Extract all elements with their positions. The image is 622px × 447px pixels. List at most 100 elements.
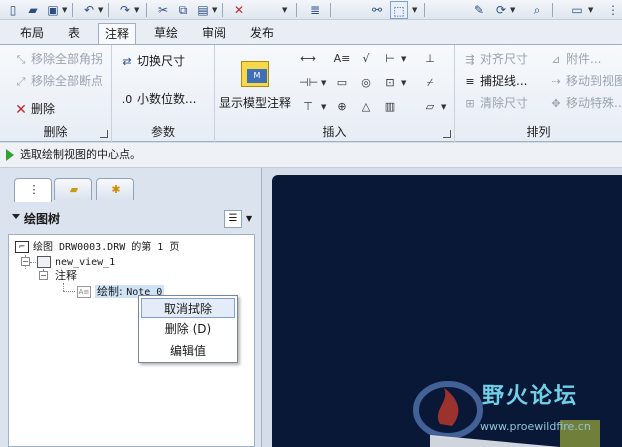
edit-icon[interactable]: ✎: [470, 1, 488, 19]
paste-icon[interactable]: ▤: [194, 1, 212, 19]
align-dimensions-button[interactable]: ⇶ 对齐尺寸: [463, 49, 528, 69]
window-icon[interactable]: ▭: [568, 1, 586, 19]
menu-item-unerase[interactable]: 取消拭除: [141, 298, 235, 318]
undo-dropdown-icon[interactable]: ▼: [98, 1, 106, 19]
surface-finish-icon[interactable]: √: [357, 51, 375, 67]
move-special-button[interactable]: ✥ 移动特殊...: [549, 93, 622, 113]
prompt-arrow-icon: [6, 149, 14, 161]
layers-icon[interactable]: ≣: [306, 1, 324, 19]
snap-lines-button[interactable]: ≡ 捕捉线...: [463, 71, 527, 91]
tree-icon: ⋮: [28, 183, 40, 196]
toggle-dimensions-icon: ⇄: [122, 54, 132, 68]
axis-icon[interactable]: ⊕: [333, 99, 351, 115]
align-icon: ⇶: [465, 52, 475, 66]
context-menu: 取消拭除 删除 (D) 编辑值: [138, 295, 238, 363]
attachment-icon: ⊿: [551, 52, 561, 66]
ordinate-dropdown-icon[interactable]: ▼: [401, 51, 408, 67]
select-dropdown-icon[interactable]: ▼: [412, 1, 420, 19]
baseline-icon[interactable]: ⊤: [299, 99, 317, 115]
params-group: ⇄ 切换尺寸 .0 小数位数... 参数: [112, 45, 215, 142]
menu-item-edit-value[interactable]: 编辑值: [141, 341, 235, 361]
baseline-dropdown-icon[interactable]: ▼: [321, 99, 328, 115]
binoculars-icon[interactable]: ⚯: [368, 1, 386, 19]
attachment-button[interactable]: ⊿ 附件...: [549, 49, 601, 69]
folder-icon: ▰: [69, 183, 79, 196]
taper-icon[interactable]: △: [357, 99, 375, 115]
group-launcher-icon[interactable]: [443, 130, 451, 138]
tree-connector: [63, 283, 64, 291]
more-icon[interactable]: ⋮: [604, 1, 622, 19]
parallelogram-icon[interactable]: ▱: [421, 99, 439, 115]
dropdown-arrow-icon[interactable]: ▼: [62, 1, 70, 19]
note-item-icon: A≡: [77, 286, 91, 298]
toolbar-divider: [222, 3, 223, 17]
dimension-icon[interactable]: ⟷: [299, 51, 317, 67]
new-file-icon[interactable]: ▯: [4, 1, 22, 19]
tab-layout[interactable]: 布局: [14, 23, 50, 44]
delete-group-label: 删除: [43, 125, 68, 139]
tab-sketch[interactable]: 草绘: [148, 23, 184, 44]
tab-annotate[interactable]: 注释: [98, 23, 137, 45]
remove-all-breaks-button[interactable]: ⤢ 移除全部断点: [14, 71, 103, 91]
expand-notes-icon[interactable]: −: [39, 271, 48, 280]
tree-item-root[interactable]: ⌐ 绘图 DRW0003.DRW 的第 1 页: [15, 239, 179, 255]
tree-item-notes[interactable]: 注释: [55, 268, 77, 284]
ordinate-icon[interactable]: ⊢: [381, 51, 399, 67]
gtol-icon[interactable]: ▭: [333, 75, 351, 91]
toggle-dimensions-button[interactable]: ⇄ 切换尺寸: [120, 51, 185, 71]
ref-dim-dropdown-icon[interactable]: ▼: [321, 75, 328, 91]
note-icon[interactable]: A≡: [333, 51, 351, 67]
datum-icon[interactable]: ⊡: [381, 75, 399, 91]
cleanup-dimensions-button[interactable]: ⊞ 清除尺寸: [463, 93, 528, 113]
symbol-icon[interactable]: ⊥: [421, 51, 439, 67]
move-to-view-button[interactable]: ⇢ 移动到视图: [549, 71, 622, 91]
copy-icon[interactable]: ⧉: [174, 1, 192, 19]
redo-dropdown-icon[interactable]: ▼: [134, 1, 142, 19]
tab-drawing-tree[interactable]: ⋮: [14, 178, 52, 202]
window-dropdown-icon[interactable]: ▼: [588, 1, 596, 19]
parallelogram-dropdown-icon[interactable]: ▼: [441, 99, 448, 115]
cut-icon[interactable]: ✂: [154, 1, 172, 19]
show-model-annotations-button[interactable]: 显示模型注释: [219, 93, 291, 113]
save-icon[interactable]: ▣: [44, 1, 62, 19]
tab-favorites[interactable]: ✱: [96, 178, 134, 200]
tab-publish[interactable]: 发布: [244, 23, 280, 44]
zoom-icon[interactable]: ⌕: [528, 1, 546, 19]
undo-icon[interactable]: ↶: [80, 1, 98, 19]
reference-dimension-icon[interactable]: ⊣⊢: [299, 75, 318, 91]
delete-button[interactable]: ✕ 删除: [14, 99, 55, 119]
tree-connector: [30, 262, 36, 263]
drawing-sheet-icon: ⌐: [15, 241, 29, 253]
show-model-annotations-icon[interactable]: M: [237, 59, 273, 93]
collapse-caret-icon[interactable]: [12, 214, 20, 219]
params-group-label: 参数: [150, 125, 175, 139]
group-launcher-icon[interactable]: [100, 130, 108, 138]
toolbar-divider: [72, 3, 73, 17]
list-options-icon: ☰: [224, 210, 242, 228]
balloon-icon[interactable]: ◎: [357, 75, 375, 91]
insert-group: M 显示模型注释 ⟷ A≡ √ ⊢ ▼ ⊥ ⊣⊢ ▼ ▭ ◎ ⊡ ▼ ⌿ ⊤ ▼…: [215, 45, 455, 142]
tab-folder-browser[interactable]: ▰: [54, 178, 92, 200]
regenerate-icon[interactable]: ⟳: [492, 1, 510, 19]
tree-options-button[interactable]: ☰ ▼: [224, 209, 256, 229]
graphics-canvas[interactable]: 野火论坛 www.proewildfire.cn: [272, 175, 622, 447]
regenerate-dropdown-icon[interactable]: ▼: [510, 1, 518, 19]
select-box-icon[interactable]: ⬚: [390, 1, 408, 19]
toolbar-divider: [424, 3, 425, 17]
redo-icon[interactable]: ↷: [116, 1, 134, 19]
move-special-icon: ✥: [551, 96, 561, 110]
datum-dropdown-icon[interactable]: ▼: [401, 75, 408, 91]
delete-dropdown-icon[interactable]: ▼: [282, 1, 290, 19]
delete-x-icon[interactable]: ✕: [230, 1, 248, 19]
expand-view-icon[interactable]: −: [21, 257, 30, 266]
toolbar-divider: [108, 3, 109, 17]
hatch-icon[interactable]: ▥: [381, 99, 399, 115]
open-folder-icon[interactable]: ▰: [24, 1, 42, 19]
tab-review[interactable]: 审阅: [196, 23, 232, 44]
paste-dropdown-icon[interactable]: ▼: [212, 1, 220, 19]
tab-table[interactable]: 表: [62, 23, 86, 44]
weld-icon[interactable]: ⌿: [421, 75, 439, 91]
remove-all-corners-button[interactable]: ⤡ 移除全部角拐: [14, 49, 103, 69]
decimal-places-button[interactable]: .0 小数位数...: [120, 89, 197, 109]
menu-item-delete[interactable]: 删除 (D): [141, 319, 235, 339]
